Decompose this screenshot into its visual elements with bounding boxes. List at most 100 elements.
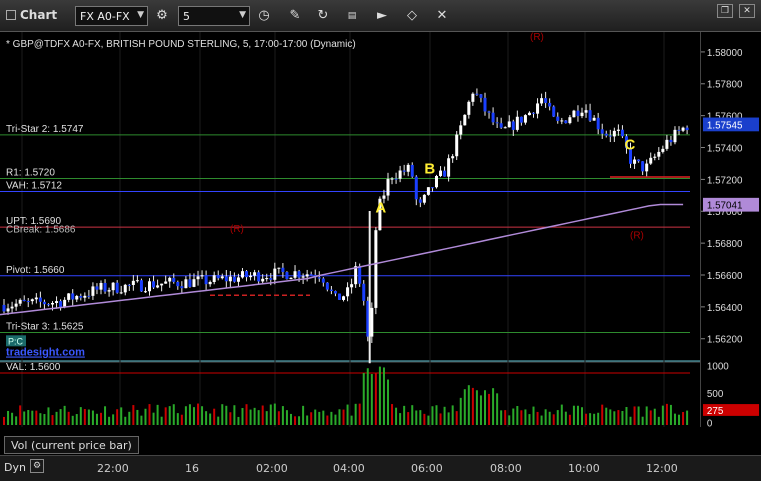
candle-body [390, 178, 394, 180]
volume-bar [395, 407, 398, 425]
volume-bar [3, 416, 5, 425]
marker-label: (R) [530, 32, 544, 43]
price-tick-label: 1.57200 [707, 175, 743, 186]
volume-bar [136, 409, 139, 425]
candle-body [156, 285, 160, 288]
candle-body [544, 98, 548, 103]
volume-bar [289, 413, 292, 425]
candle-body [511, 121, 515, 130]
volume-bar [31, 410, 34, 425]
volume-bar [184, 406, 187, 425]
chevron-down-icon[interactable]: ▼ [137, 10, 144, 20]
chart-toolbar: Chart ‪FX A0-FX ▼ ⚙ 5 ▼ ◷ ✎ ↻ ▤ ► ◇ ✕ ❐ ✕ [0, 0, 761, 32]
restore-icon[interactable]: ❐ [717, 4, 733, 18]
candle-body [483, 97, 487, 112]
volume-bar [532, 406, 535, 425]
play-icon[interactable]: ► [371, 6, 393, 26]
volume-bar [277, 411, 280, 425]
symbol-input[interactable]: ‪FX A0-FX ▼ [75, 6, 148, 26]
candle-body [2, 304, 6, 312]
volume-bar [403, 405, 406, 425]
candle-body [342, 296, 346, 300]
chevron-down-icon[interactable]: ▼ [239, 10, 246, 20]
time-axis: Dyn ⚙ 22:00 16 02:00 04:00 06:00 08:00 1… [0, 455, 761, 481]
candle-body [249, 275, 253, 278]
candle-body [410, 164, 414, 177]
volume-bar [95, 413, 98, 425]
clock-icon[interactable]: ◷ [253, 6, 275, 26]
price-tick-label: 1.57800 [707, 80, 743, 91]
volume-bar [59, 409, 62, 425]
settings-icon[interactable]: ⚙ [151, 6, 173, 26]
volume-bar [237, 416, 240, 425]
candle-body [95, 286, 99, 290]
volume-bar [213, 408, 216, 425]
candle-body [657, 151, 661, 157]
candle-body [188, 279, 192, 287]
volume-bar [241, 408, 244, 425]
last-price-label: 1.57545 [707, 120, 743, 131]
price-chart[interactable]: Tri-Star 2: 1.5747R1: 1.5720VAH: 1.5712U… [0, 32, 700, 427]
candle-body [26, 301, 30, 303]
volume-bar [556, 410, 559, 425]
volume-bar [172, 404, 175, 425]
candle-body [519, 116, 523, 123]
volume-bar [641, 416, 644, 425]
volume-bar [217, 416, 220, 425]
volume-bar [427, 415, 430, 425]
candle-body [59, 301, 63, 307]
annotation-letter: B [424, 161, 435, 178]
candle-body [354, 266, 358, 285]
settings-icon[interactable]: ⚙ [30, 459, 44, 473]
volume-bar [415, 410, 418, 425]
calculator-icon[interactable]: ▤ [341, 6, 363, 26]
candle-body [269, 278, 273, 280]
diamond-icon[interactable]: ◇ [401, 6, 423, 26]
ma-price-label: 1.57041 [707, 201, 743, 212]
candle-body [200, 275, 204, 277]
candle-body [111, 282, 115, 291]
volume-bar [326, 415, 329, 425]
candle-body [131, 280, 135, 285]
candle-body [152, 281, 156, 288]
candle-body [216, 275, 220, 279]
volume-bar [306, 415, 309, 425]
volume-bar [160, 416, 163, 425]
candle-body [491, 112, 495, 123]
candle-body [107, 290, 111, 292]
pencil-icon[interactable]: ✎ [284, 6, 306, 26]
volume-bar [39, 413, 42, 425]
volume-bar [112, 414, 115, 425]
chart-header-text: * GBP@TDFX A0-FX, BRITISH POUND STERLING… [6, 39, 356, 50]
candle-body [653, 156, 657, 158]
candle-body [10, 306, 14, 309]
volume-bar [544, 409, 547, 425]
volume-bar [15, 416, 18, 425]
candle-body [67, 293, 71, 300]
volume-bar [144, 408, 147, 425]
candle-body [277, 267, 281, 269]
volume-tab[interactable]: Vol (current price bar) [4, 436, 139, 454]
candle-body [46, 304, 50, 306]
interval-input[interactable]: 5 ▼ [178, 6, 250, 26]
candle-body [83, 295, 87, 298]
volume-bar [132, 405, 135, 425]
volume-bar [540, 415, 543, 425]
volume-bar [516, 406, 519, 425]
candle-body [75, 295, 79, 300]
refresh-icon[interactable]: ↻ [312, 6, 334, 26]
close-icon[interactable]: ✕ [431, 6, 453, 26]
volume-bar [233, 405, 236, 425]
volume-bar [585, 413, 588, 425]
time-label: 06:00 [411, 462, 443, 475]
candle-body [245, 271, 249, 278]
volume-bar [79, 407, 82, 425]
candle-body [350, 284, 354, 288]
volume-bar [645, 406, 648, 425]
volume-bar [661, 405, 664, 425]
price-axis[interactable]: 1.580001.578001.576001.574001.572001.570… [700, 32, 761, 427]
volume-bar [552, 414, 555, 425]
window-close-icon[interactable]: ✕ [739, 4, 755, 18]
candle-body [333, 291, 337, 294]
candle-body [91, 286, 95, 296]
